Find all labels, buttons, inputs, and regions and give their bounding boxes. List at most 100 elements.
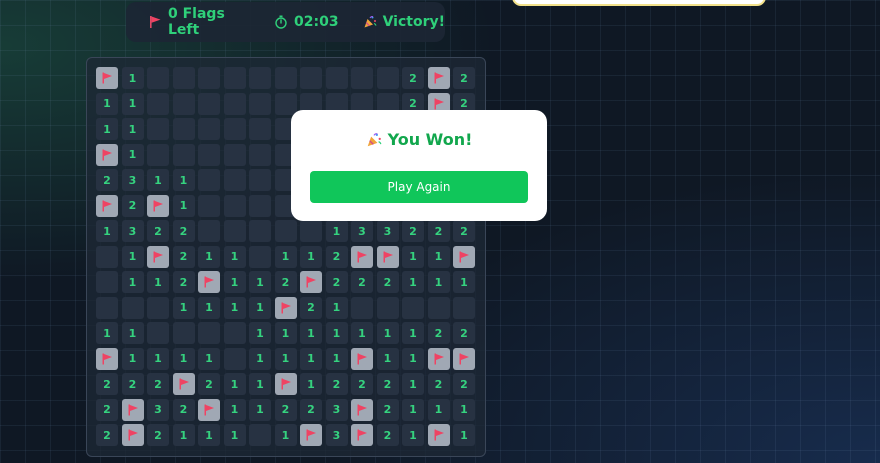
revealed-cell[interactable]: 1 [402,373,424,395]
revealed-cell[interactable]: 2 [300,296,322,319]
revealed-cell[interactable]: 1 [351,322,373,344]
hidden-cell[interactable] [147,118,169,140]
revealed-cell[interactable]: 1 [274,245,297,268]
revealed-cell[interactable]: 1 [121,245,144,268]
hidden-cell[interactable] [147,296,169,319]
revealed-cell[interactable]: 1 [249,373,271,395]
flagged-cell[interactable] [172,373,195,395]
flagged-cell[interactable] [351,398,373,421]
revealed-cell[interactable]: 1 [172,194,195,217]
revealed-cell[interactable]: 1 [198,424,220,446]
revealed-cell[interactable]: 3 [121,220,144,242]
revealed-cell[interactable]: 1 [402,398,424,421]
hidden-cell[interactable] [223,169,246,191]
hidden-cell[interactable] [96,245,118,268]
hidden-cell[interactable] [172,92,195,115]
hidden-cell[interactable] [198,220,220,242]
hidden-cell[interactable] [453,296,475,319]
hidden-cell[interactable] [274,67,297,89]
revealed-cell[interactable]: 2 [96,169,118,191]
hidden-cell[interactable] [249,118,271,140]
revealed-cell[interactable]: 1 [96,118,118,140]
revealed-cell[interactable]: 2 [96,398,118,421]
hidden-cell[interactable] [147,67,169,89]
revealed-cell[interactable]: 2 [427,322,450,344]
hidden-cell[interactable] [249,194,271,217]
revealed-cell[interactable]: 1 [121,92,144,115]
revealed-cell[interactable]: 2 [96,424,118,446]
revealed-cell[interactable]: 1 [223,398,246,421]
revealed-cell[interactable]: 2 [376,424,399,446]
revealed-cell[interactable]: 1 [172,296,195,319]
hidden-cell[interactable] [223,92,246,115]
revealed-cell[interactable]: 1 [96,92,118,115]
hidden-cell[interactable] [223,118,246,140]
revealed-cell[interactable]: 2 [325,373,348,395]
hidden-cell[interactable] [427,296,450,319]
revealed-cell[interactable]: 2 [402,220,424,242]
revealed-cell[interactable]: 1 [172,347,195,370]
revealed-cell[interactable]: 2 [172,398,195,421]
revealed-cell[interactable]: 2 [376,373,399,395]
revealed-cell[interactable]: 1 [402,245,424,268]
hidden-cell[interactable] [249,169,271,191]
hidden-cell[interactable] [198,322,220,344]
revealed-cell[interactable]: 1 [249,271,271,293]
flagged-cell[interactable] [121,398,144,421]
revealed-cell[interactable]: 1 [274,322,297,344]
revealed-cell[interactable]: 3 [325,424,348,446]
flagged-cell[interactable] [376,245,399,268]
hidden-cell[interactable] [351,67,373,89]
hidden-cell[interactable] [325,67,348,89]
revealed-cell[interactable]: 1 [274,424,297,446]
revealed-cell[interactable]: 1 [249,347,271,370]
revealed-cell[interactable]: 1 [172,169,195,191]
revealed-cell[interactable]: 1 [453,271,475,293]
hidden-cell[interactable] [147,92,169,115]
flagged-cell[interactable] [96,194,118,217]
revealed-cell[interactable]: 2 [274,271,297,293]
hidden-cell[interactable] [223,143,246,166]
hidden-cell[interactable] [198,143,220,166]
hidden-cell[interactable] [402,296,424,319]
revealed-cell[interactable]: 2 [172,271,195,293]
flagged-cell[interactable] [427,67,450,89]
revealed-cell[interactable]: 2 [325,271,348,293]
revealed-cell[interactable]: 1 [121,271,144,293]
flagged-cell[interactable] [198,271,220,293]
revealed-cell[interactable]: 1 [274,347,297,370]
revealed-cell[interactable]: 2 [453,220,475,242]
flagged-cell[interactable] [198,398,220,421]
flagged-cell[interactable] [147,194,169,217]
hidden-cell[interactable] [300,67,322,89]
flagged-cell[interactable] [96,347,118,370]
revealed-cell[interactable]: 1 [402,347,424,370]
flagged-cell[interactable] [147,245,169,268]
flagged-cell[interactable] [351,245,373,268]
revealed-cell[interactable]: 1 [402,271,424,293]
hidden-cell[interactable] [96,296,118,319]
revealed-cell[interactable]: 2 [325,245,348,268]
hidden-cell[interactable] [223,347,246,370]
flagged-cell[interactable] [453,245,475,268]
revealed-cell[interactable]: 2 [453,322,475,344]
revealed-cell[interactable]: 1 [300,245,322,268]
revealed-cell[interactable]: 2 [198,373,220,395]
revealed-cell[interactable]: 1 [121,143,144,166]
hidden-cell[interactable] [300,220,322,242]
hidden-cell[interactable] [223,67,246,89]
hidden-cell[interactable] [376,296,399,319]
hidden-cell[interactable] [274,92,297,115]
hidden-cell[interactable] [147,143,169,166]
hidden-cell[interactable] [376,67,399,89]
revealed-cell[interactable]: 1 [427,245,450,268]
revealed-cell[interactable]: 1 [223,245,246,268]
hidden-cell[interactable] [249,424,271,446]
revealed-cell[interactable]: 2 [453,373,475,395]
flagged-cell[interactable] [274,296,297,319]
revealed-cell[interactable]: 2 [96,373,118,395]
revealed-cell[interactable]: 3 [376,220,399,242]
hidden-cell[interactable] [172,67,195,89]
revealed-cell[interactable]: 1 [300,347,322,370]
flagged-cell[interactable] [274,373,297,395]
